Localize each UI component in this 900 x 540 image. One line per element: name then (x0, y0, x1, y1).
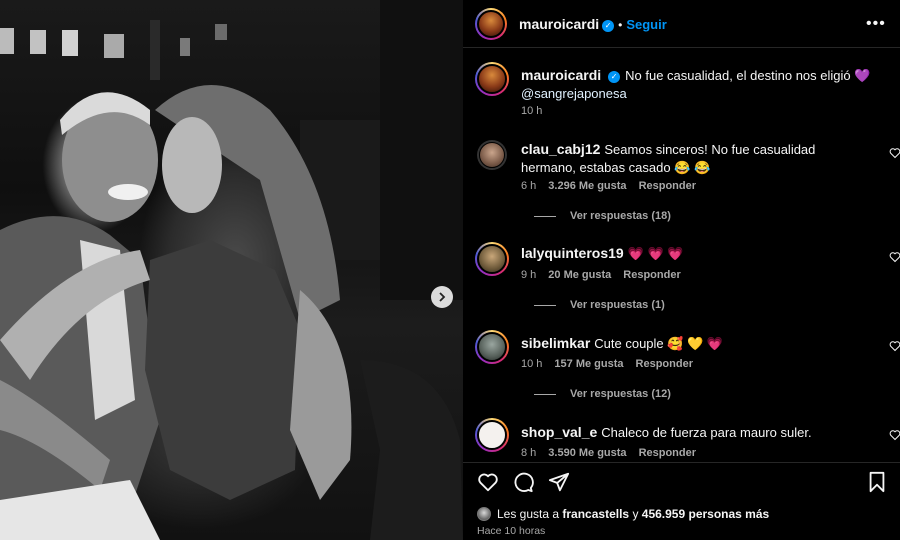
caption-text: mauroicardi ✓ No fue casualidad, el destin… (521, 66, 873, 103)
caption-mention[interactable]: @sangrejaponesa (521, 86, 627, 101)
author-avatar[interactable] (475, 8, 507, 40)
comment-time[interactable]: 10 h (521, 358, 542, 370)
comment-like-icon[interactable] (889, 429, 900, 441)
post-timestamp[interactable]: Hace 10 horas (477, 525, 545, 537)
author-username[interactable]: mauroicardi (519, 16, 599, 32)
carousel-next-icon (439, 292, 446, 302)
heart-icon[interactable] (477, 471, 499, 493)
likes-summary: Les gusta a francastells y 456.959 perso… (477, 507, 769, 521)
comment-meta: 10 h 157 Me gusta Responder (521, 358, 705, 370)
view-replies-button[interactable]: Ver respuestas (12) (534, 388, 671, 400)
post-photo[interactable] (0, 0, 463, 540)
comment-avatar[interactable] (475, 242, 509, 276)
post-header: mauroicardi ✓ • Seguir ••• (463, 0, 900, 48)
verified-icon: ✓ (602, 20, 615, 32)
caption-meta: 10 h (521, 105, 554, 117)
post-sidebar: mauroicardi ✓ • Seguir ••• mauroicardi ✓ No f… (463, 0, 900, 540)
reply-button[interactable]: Responder (636, 358, 693, 370)
caption-username[interactable]: mauroicardi (521, 67, 601, 83)
reply-button[interactable]: Responder (623, 269, 680, 281)
comment-avatar[interactable] (475, 330, 509, 364)
comment-text: clau_cabj12 Seamos sinceros! No fue casua… (521, 140, 873, 177)
comment-username[interactable]: clau_cabj12 (521, 141, 600, 157)
caption-body: No fue casualidad, el destino nos eligió… (625, 68, 871, 83)
comment-time[interactable]: 8 h (521, 447, 536, 459)
replies-line (534, 304, 556, 306)
comment-icon[interactable] (512, 471, 534, 493)
caption-time[interactable]: 10 h (521, 105, 542, 117)
likes-count[interactable]: 456.959 personas más (642, 507, 769, 521)
comment-like-icon[interactable] (889, 251, 900, 263)
reply-button[interactable]: Responder (639, 180, 696, 192)
replies-label: Ver respuestas (1) (570, 299, 665, 311)
comment-username[interactable]: shop_val_e (521, 424, 597, 440)
comment-like-icon[interactable] (889, 340, 900, 352)
comment-likes[interactable]: 3.296 Me gusta (548, 180, 626, 192)
replies-line (534, 215, 556, 217)
comment-username[interactable]: lalyquinteros19 (521, 245, 624, 261)
view-replies-button[interactable]: Ver respuestas (18) (534, 210, 671, 222)
comment-meta: 9 h 20 Me gusta Responder (521, 269, 693, 281)
follow-button[interactable]: Seguir (626, 17, 666, 32)
replies-label: Ver respuestas (18) (570, 210, 671, 222)
likes-middle: y (632, 507, 639, 521)
comment-body: Cute couple 🥰 💛 💗 (594, 336, 724, 351)
comment-body: Chaleco de fuerza para mauro suler. (601, 425, 812, 440)
comment-likes[interactable]: 3.590 Me gusta (548, 447, 626, 459)
comment-username[interactable]: sibelimkar (521, 335, 590, 351)
comment-text: lalyquinteros19 💗 💗 💗 (521, 244, 873, 263)
caption-avatar[interactable] (475, 62, 509, 96)
comment-text: shop_val_e Chaleco de fuerza para mauro s… (521, 423, 873, 442)
comment-likes[interactable]: 20 Me gusta (548, 269, 611, 281)
liker-avatar[interactable] (477, 507, 491, 521)
share-icon[interactable] (548, 471, 570, 493)
replies-line (534, 393, 556, 395)
comment-like-icon[interactable] (889, 147, 900, 159)
photo-scene (0, 0, 463, 540)
comment-meta: 8 h 3.590 Me gusta Responder (521, 447, 708, 459)
comment-meta: 6 h 3.296 Me gusta Responder (521, 180, 708, 192)
more-icon[interactable]: ••• (866, 15, 886, 33)
comment-text: sibelimkar Cute couple 🥰 💛 💗 (521, 334, 873, 353)
reply-button[interactable]: Responder (639, 447, 696, 459)
comment-likes[interactable]: 157 Me gusta (554, 358, 623, 370)
action-bar (463, 462, 900, 502)
comment-avatar[interactable] (477, 140, 507, 170)
comment-time[interactable]: 6 h (521, 180, 536, 192)
comment-body: 💗 💗 💗 (627, 246, 684, 261)
view-replies-button[interactable]: Ver respuestas (1) (534, 299, 665, 311)
bookmark-icon[interactable] (867, 471, 887, 493)
separator-dot: • (618, 18, 623, 32)
likes-prefix: Les gusta a (497, 507, 560, 521)
comment-avatar[interactable] (475, 418, 509, 452)
replies-label: Ver respuestas (12) (570, 388, 671, 400)
verified-icon: ✓ (608, 71, 621, 83)
carousel-next-button[interactable] (431, 286, 453, 308)
liker-username[interactable]: francastells (562, 507, 629, 521)
comment-time[interactable]: 9 h (521, 269, 536, 281)
